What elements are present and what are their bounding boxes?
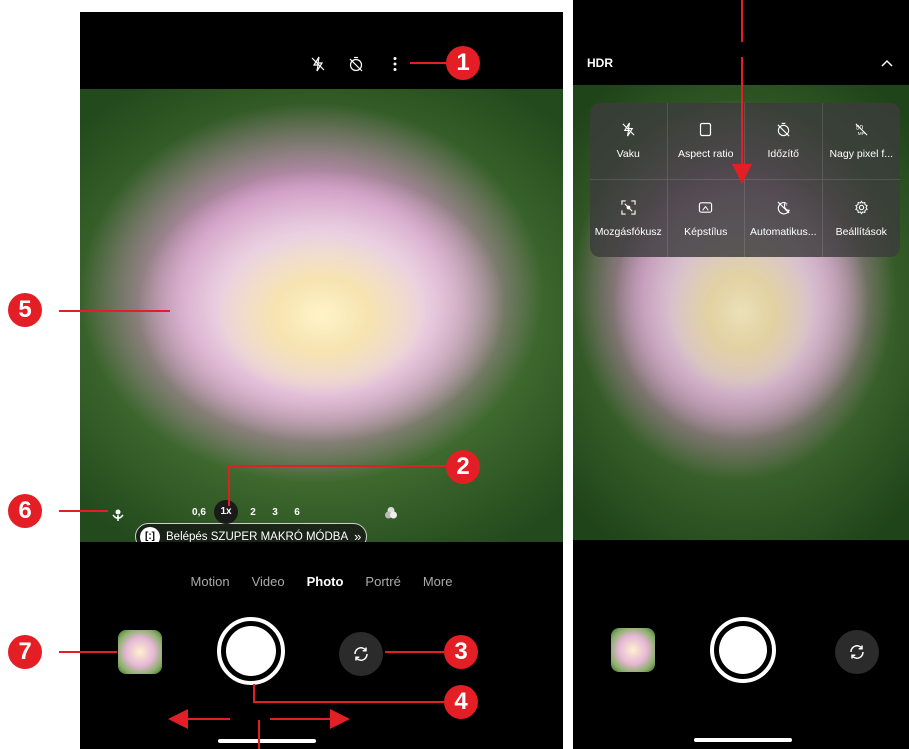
callout-line-2 [228,465,447,506]
callout-1: 1 [446,46,480,80]
callout-2: 2 [446,450,480,484]
callout-6: 6 [8,494,42,528]
callout-line-4 [253,684,444,703]
callout-7: 7 [8,635,42,669]
callout-4: 4 [444,685,478,719]
callout-5: 5 [8,293,42,327]
callout-3: 3 [444,635,478,669]
